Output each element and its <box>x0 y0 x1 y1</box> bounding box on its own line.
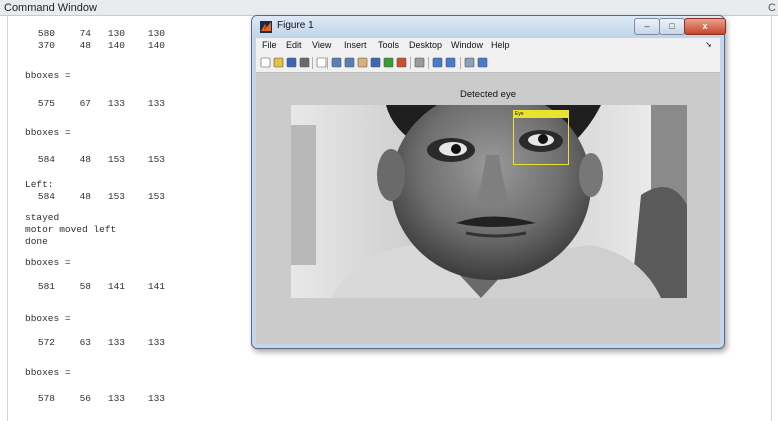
output-value-cell: 581 <box>37 281 55 292</box>
output-value-cell: 575 <box>37 98 55 109</box>
zoom-in-icon[interactable] <box>331 57 342 68</box>
output-value-cell: 133 <box>107 98 125 109</box>
zoom-out-icon[interactable] <box>344 57 355 68</box>
output-value-cell: 133 <box>147 98 165 109</box>
figure-titlebar[interactable]: Figure 1 – □ x <box>252 16 726 38</box>
show-plot-tools-icon[interactable] <box>477 57 488 68</box>
command-window-title-text: Command Window <box>4 2 97 14</box>
open-icon[interactable] <box>273 57 284 68</box>
output-text-line: stayed <box>25 212 60 223</box>
colorbar-icon[interactable] <box>432 57 443 68</box>
output-value-cell: 133 <box>107 337 125 348</box>
eye-bounding-box: Eye <box>513 110 569 165</box>
output-value-cell: 370 <box>37 40 55 51</box>
menu-view[interactable]: View <box>312 40 331 50</box>
menu-window[interactable]: Window <box>451 40 483 50</box>
toolbar-separator <box>460 57 461 69</box>
figure-toolbar <box>256 54 720 73</box>
save-icon[interactable] <box>286 57 297 68</box>
toolbar-separator <box>428 57 429 69</box>
close-button[interactable]: x <box>684 18 726 35</box>
print-icon[interactable] <box>299 57 310 68</box>
output-value-cell: 584 <box>37 191 55 202</box>
output-value-cell: 578 <box>37 393 55 404</box>
command-window-title: Command Window <box>0 0 778 16</box>
output-value-cell: 48 <box>79 191 91 202</box>
data-cursor-icon[interactable] <box>383 57 394 68</box>
brush-icon[interactable] <box>396 57 407 68</box>
output-value-cell: 74 <box>79 28 91 39</box>
figure-canvas: Detected eye Eye <box>256 73 720 344</box>
axes-title: Detected eye <box>460 89 516 100</box>
output-text-line: bboxes = <box>25 70 71 81</box>
output-value-cell: 133 <box>107 393 125 404</box>
output-text-line: done <box>25 236 48 247</box>
new-figure-icon[interactable] <box>260 57 271 68</box>
command-window-right-border <box>771 16 772 421</box>
detected-face-image: Eye <box>291 105 687 298</box>
output-value-cell: 584 <box>37 154 55 165</box>
minimize-button[interactable]: – <box>634 18 660 35</box>
output-value-cell: 58 <box>79 281 91 292</box>
output-value-cell: 133 <box>147 393 165 404</box>
output-value-cell: 130 <box>147 28 165 39</box>
menu-edit[interactable]: Edit <box>286 40 302 50</box>
hide-plot-tools-icon[interactable] <box>464 57 475 68</box>
matlab-logo-icon <box>260 21 272 33</box>
maximize-button[interactable]: □ <box>659 18 685 35</box>
pointer-icon[interactable] <box>316 57 327 68</box>
output-value-cell: 153 <box>147 191 165 202</box>
pan-icon[interactable] <box>357 57 368 68</box>
output-text-line: bboxes = <box>25 367 71 378</box>
toolbar-separator <box>312 57 313 69</box>
toolbar-separator <box>327 57 328 69</box>
menu-help[interactable]: Help <box>491 40 510 50</box>
output-value-cell: 141 <box>147 281 165 292</box>
output-value-cell: 141 <box>107 281 125 292</box>
output-value-cell: 153 <box>107 191 125 202</box>
output-text-line: motor moved left <box>25 224 117 235</box>
panel-edge-label: C <box>768 2 776 14</box>
menu-insert[interactable]: Insert <box>344 40 367 50</box>
menu-file[interactable]: File <box>262 40 277 50</box>
output-value-cell: 63 <box>79 337 91 348</box>
command-window-left-border <box>7 16 8 421</box>
output-value-cell: 133 <box>147 337 165 348</box>
figure-menubar: ➘ File Edit View Insert Tools Desktop Window He… <box>256 38 720 54</box>
output-value-cell: 56 <box>79 393 91 404</box>
toolbar-separator <box>410 57 411 69</box>
output-text-line: bboxes = <box>25 257 71 268</box>
rotate-icon[interactable] <box>370 57 381 68</box>
output-text-line: Left: <box>25 179 54 190</box>
output-value-cell: 67 <box>79 98 91 109</box>
figure-title: Figure 1 <box>277 20 314 31</box>
legend-icon[interactable] <box>445 57 456 68</box>
output-value-cell: 48 <box>79 40 91 51</box>
output-value-cell: 153 <box>147 154 165 165</box>
output-value-cell: 572 <box>37 337 55 348</box>
output-value-cell: 580 <box>37 28 55 39</box>
menu-tools[interactable]: Tools <box>378 40 399 50</box>
menu-desktop[interactable]: Desktop <box>409 40 442 50</box>
eye-bounding-box-label: Eye <box>514 111 568 118</box>
link-icon[interactable] <box>414 57 425 68</box>
output-value-cell: 153 <box>107 154 125 165</box>
output-text-line: bboxes = <box>25 127 71 138</box>
face-photo-drawing <box>291 105 687 298</box>
output-text-line: bboxes = <box>25 313 71 324</box>
output-value-cell: 48 <box>79 154 91 165</box>
output-value-cell: 140 <box>107 40 125 51</box>
output-value-cell: 130 <box>107 28 125 39</box>
menubar-dock-arrow-icon[interactable]: ➘ <box>705 40 712 49</box>
output-value-cell: 140 <box>147 40 165 51</box>
figure-window[interactable]: Figure 1 – □ x ➘ File Edit View Insert Tools… <box>251 15 726 349</box>
